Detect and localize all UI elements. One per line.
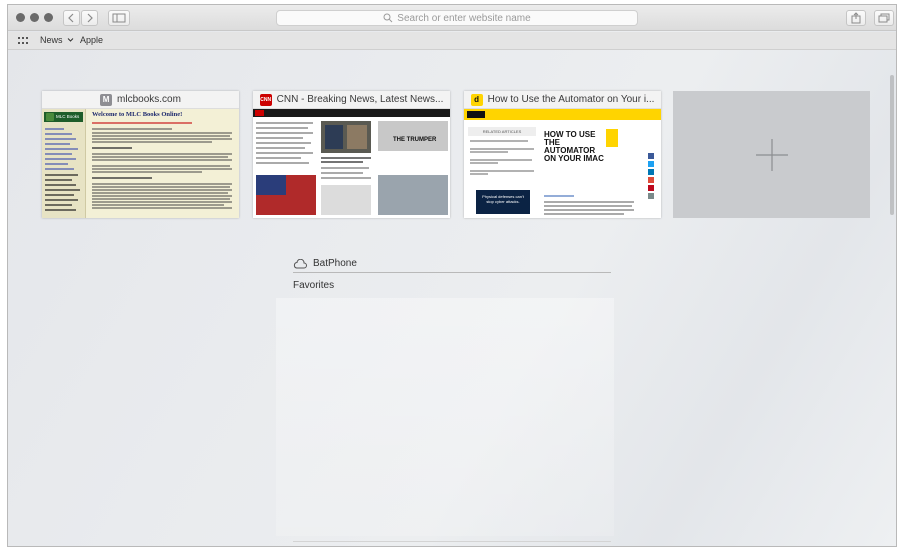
top-site-title-text: CNN - Breaking News, Latest News... (276, 94, 444, 105)
add-top-site-tile[interactable] (673, 91, 870, 218)
forward-button[interactable] (81, 10, 98, 26)
share-icon (851, 12, 861, 24)
preview-cnn-navbar (253, 109, 450, 117)
top-site-title: d How to Use the Automator on Your i... (464, 91, 661, 109)
site-preview-mlcbooks: MLC Books Welcome to MLC Books Online! (42, 109, 239, 218)
zoom-window-button[interactable] (44, 13, 53, 22)
preview-nav-links (45, 128, 80, 211)
favorites-panel (276, 298, 614, 536)
plus-icon (755, 138, 788, 171)
dummies-logo-icon (467, 111, 485, 118)
icloud-device-row: BatPhone (293, 255, 611, 273)
address-placeholder: Search or enter website name (397, 12, 531, 24)
divider (293, 541, 611, 542)
bookmark-news-label: News (40, 35, 63, 45)
close-window-button[interactable] (16, 13, 25, 22)
preview-book-cover (606, 129, 618, 147)
site-preview-cnn: THE TRUMPER (253, 109, 450, 218)
top-site-title: M mlcbooks.com (42, 91, 239, 109)
dummies-favicon-icon: d (470, 93, 483, 106)
bookmarks-bar: News Apple (8, 32, 896, 50)
preview-heading: Welcome to MLC Books Online! (92, 111, 183, 118)
cnn-favicon-icon: CNN (259, 93, 272, 106)
preview-body-text (92, 122, 232, 209)
sidebar-icon (112, 13, 126, 23)
preview-article-body (544, 195, 634, 215)
top-sites-grid-icon[interactable] (18, 37, 29, 45)
svg-text:THE TRUMPER: THE TRUMPER (393, 137, 437, 143)
site-preview-dummies: RELATED ARTICLES Physical defenses can't… (464, 109, 661, 218)
preview-related-list (470, 140, 534, 175)
address-bar[interactable]: Search or enter website name (276, 10, 638, 26)
preview-dummies-header (464, 109, 661, 120)
sidebar-button[interactable] (108, 10, 130, 26)
top-site-title: CNN CNN - Breaking News, Latest News... (253, 91, 450, 109)
tabs-overview-button[interactable] (874, 10, 894, 26)
minimize-window-button[interactable] (30, 13, 39, 22)
preview-ad-banner: Physical defenses can't stop cyber attac… (476, 190, 530, 214)
preview-cnn-content: THE TRUMPER (256, 121, 448, 215)
scrollbar[interactable] (890, 75, 894, 215)
back-button[interactable] (63, 10, 80, 26)
share-button[interactable] (846, 10, 866, 26)
chevron-right-icon (87, 13, 93, 23)
icloud-device-name: BatPhone (313, 258, 357, 269)
bookmark-apple[interactable]: Apple (80, 35, 103, 45)
preview-sidebar: MLC Books (42, 109, 86, 218)
top-site-dummies[interactable]: d How to Use the Automator on Your i... … (464, 91, 661, 218)
preview-article-headline: HOW TO USE THE AUTOMATOR ON YOUR IMAC (544, 130, 604, 163)
chevron-down-icon (67, 38, 74, 42)
chevron-left-icon (68, 13, 74, 23)
bookmark-news[interactable]: News (40, 35, 74, 45)
tabs-icon (878, 13, 890, 23)
toolbar: Search or enter website name (8, 5, 896, 31)
favorites-label: Favorites (293, 280, 335, 291)
search-icon (383, 13, 393, 23)
mlcbooks-favicon-icon: M (100, 93, 113, 106)
logo-figure-icon (46, 113, 54, 121)
top-site-title-text: mlcbooks.com (117, 94, 181, 105)
preview-related-articles: RELATED ARTICLES (468, 127, 536, 136)
preview-logo: MLC Books (44, 112, 83, 122)
preview-logo-text: MLC Books (56, 114, 80, 119)
top-site-mlcbooks[interactable]: M mlcbooks.com MLC Books Welcome to MLC … (42, 91, 239, 218)
top-site-title-text: How to Use the Automator on Your i... (487, 94, 655, 105)
cloud-icon (293, 258, 307, 268)
safari-window: Search or enter website name News Apple … (7, 4, 897, 547)
top-site-cnn[interactable]: CNN CNN - Breaking News, Latest News... (253, 91, 450, 218)
preview-social-icons (648, 153, 654, 199)
cnn-logo-icon (255, 110, 264, 116)
